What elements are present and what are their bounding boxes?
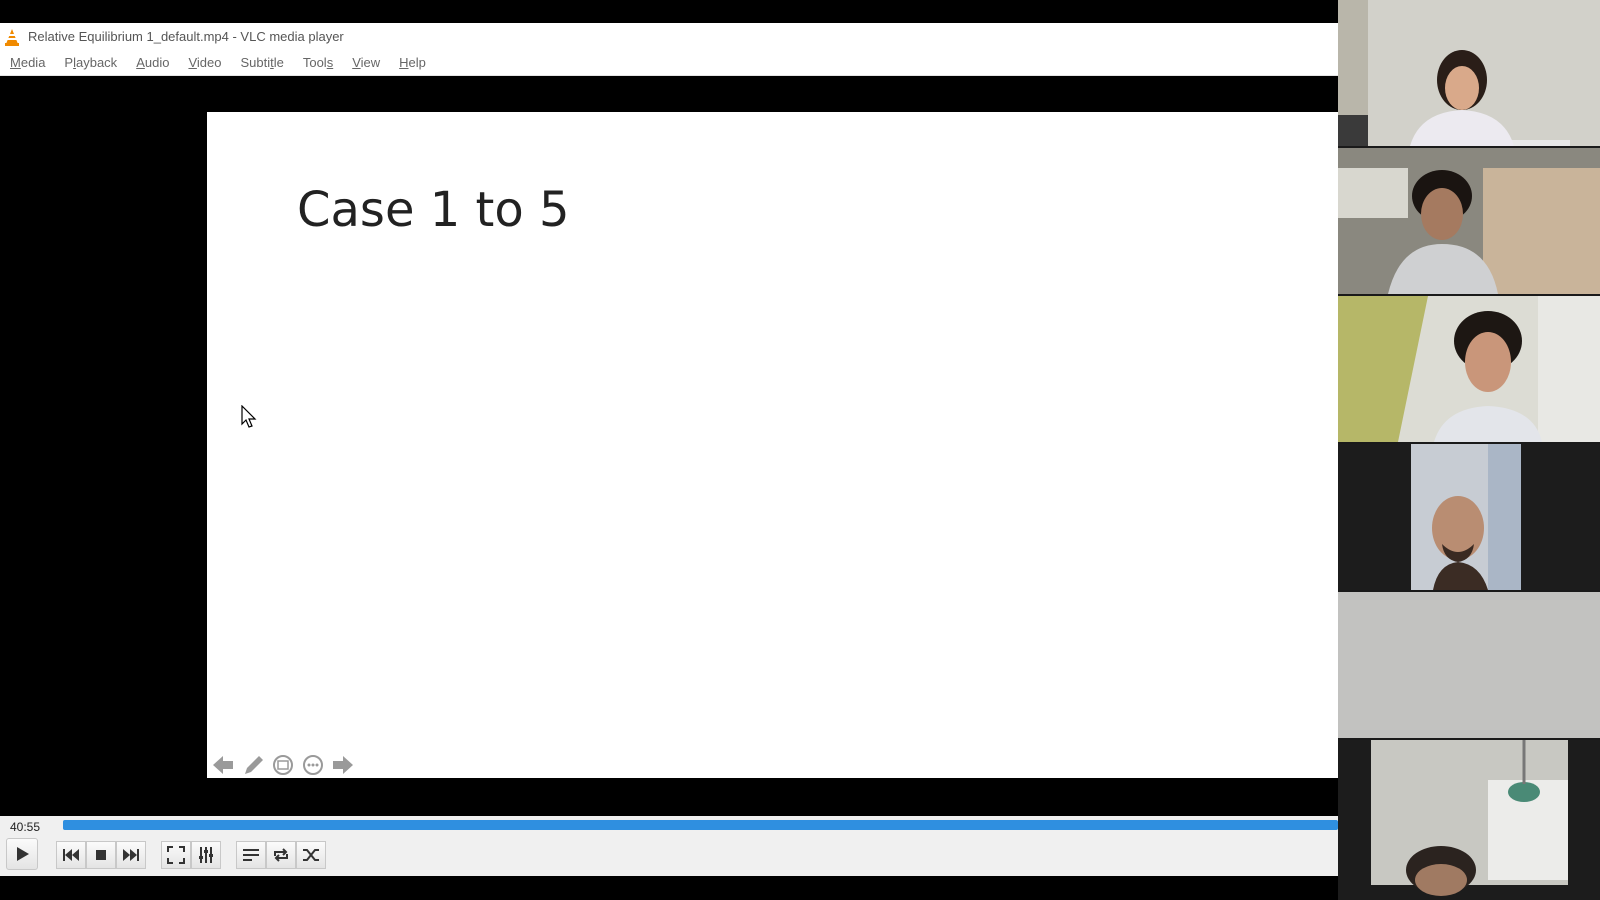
participant-video-6[interactable]: [1338, 740, 1600, 900]
participant-video-1[interactable]: [1338, 0, 1600, 146]
vlc-cone-icon: [5, 28, 19, 46]
participant-6-image: [1338, 740, 1600, 900]
window-title: Relative Equilibrium 1_default.mp4 - VLC…: [28, 29, 344, 44]
pen-icon[interactable]: [241, 754, 265, 776]
vlc-window: Relative Equilibrium 1_default.mp4 - VLC…: [0, 0, 1338, 900]
participant-4-image: [1338, 444, 1600, 590]
seek-bar[interactable]: [63, 820, 1338, 830]
slide-title: Case 1 to 5: [297, 182, 570, 238]
loop-button[interactable]: [266, 841, 296, 869]
fullscreen-button[interactable]: [161, 841, 191, 869]
participant-gallery: [1338, 0, 1600, 900]
stop-button[interactable]: [86, 841, 116, 869]
elapsed-time: 40:55: [10, 820, 41, 834]
next-button[interactable]: [116, 841, 146, 869]
title-bar: Relative Equilibrium 1_default.mp4 - VLC…: [0, 23, 1338, 50]
more-options-icon[interactable]: [301, 754, 325, 776]
playlist-icon: [243, 849, 259, 861]
menu-playback[interactable]: Playback: [64, 55, 117, 70]
menu-audio[interactable]: Audio: [136, 55, 169, 70]
menu-tools[interactable]: Tools: [303, 55, 333, 70]
mouse-cursor-icon: [241, 405, 257, 428]
stop-icon: [96, 850, 106, 860]
player-controls: 40:55: [0, 816, 1338, 876]
presentation-slide: Case 1 to 5: [207, 112, 1338, 778]
menu-video[interactable]: Video: [188, 55, 221, 70]
previous-slide-icon[interactable]: [211, 754, 235, 776]
shuffle-icon: [303, 849, 319, 861]
participant-video-4[interactable]: [1338, 444, 1600, 590]
next-slide-icon[interactable]: [331, 754, 355, 776]
shuffle-button[interactable]: [296, 841, 326, 869]
playlist-button[interactable]: [236, 841, 266, 869]
participant-3-image: [1338, 296, 1600, 442]
repeat-icon: [274, 848, 288, 862]
previous-button[interactable]: [56, 841, 86, 869]
participant-video-5[interactable]: [1338, 592, 1600, 738]
menu-subtitle[interactable]: Subtitle: [240, 55, 283, 70]
play-icon: [17, 847, 29, 861]
participant-1-image: [1338, 0, 1600, 146]
fullscreen-icon: [167, 846, 185, 864]
menu-bar: Media Playback Audio Video Subtitle Tool…: [0, 50, 1338, 76]
video-area[interactable]: Case 1 to 5: [0, 76, 1338, 816]
skip-previous-icon: [63, 849, 79, 861]
participant-5-image: [1338, 592, 1600, 738]
menu-help[interactable]: Help: [399, 55, 426, 70]
slides-icon[interactable]: [271, 754, 295, 776]
menu-media[interactable]: Media: [10, 55, 45, 70]
participant-2-image: [1338, 148, 1600, 294]
extended-settings-button[interactable]: [191, 841, 221, 869]
skip-next-icon: [123, 849, 139, 861]
participant-video-3[interactable]: [1338, 296, 1600, 442]
menu-view[interactable]: View: [352, 55, 380, 70]
play-button[interactable]: [6, 838, 38, 870]
slide-toolbar: [211, 754, 355, 776]
participant-video-2[interactable]: [1338, 148, 1600, 294]
seek-bar-progress: [63, 820, 1338, 830]
equalizer-icon: [199, 847, 213, 863]
